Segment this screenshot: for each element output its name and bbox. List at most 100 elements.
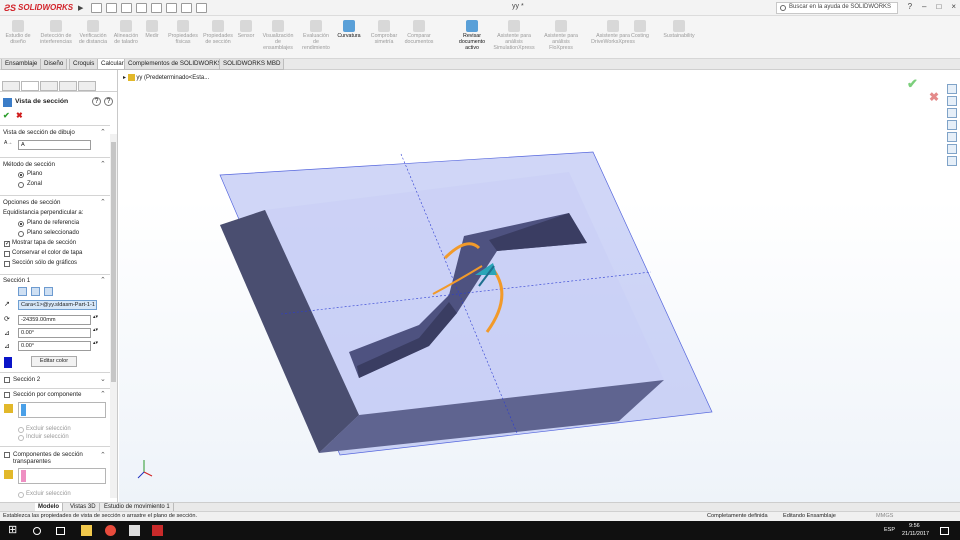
tab-solidworks-mbd[interactable]: SOLIDWORKS MBD	[219, 59, 285, 70]
task-view-icon[interactable]	[56, 527, 65, 535]
solidworks-taskbar-icon[interactable]	[152, 525, 163, 536]
command-button[interactable]: Alineación de taladro	[112, 20, 140, 45]
solidworks-logo[interactable]: ƧS SOLIDWORKS	[0, 3, 78, 13]
cancel-x-icon[interactable]: ✖	[929, 90, 939, 104]
custom-properties-icon[interactable]	[947, 144, 957, 154]
collapse-chevron-icon[interactable]: ⌃	[100, 451, 106, 459]
edit-color-button[interactable]: Editar color	[31, 356, 77, 367]
section2-checkbox[interactable]	[4, 377, 10, 383]
expand-chevron-icon[interactable]: ⌄	[100, 375, 106, 383]
help-icon[interactable]: ?	[92, 97, 101, 106]
section1-reference-field[interactable]: Cara<1>@yy.sldasm-Part-1-1	[18, 300, 97, 310]
command-button[interactable]: Propiedades físicas	[168, 20, 198, 45]
command-button[interactable]: Estudio de diseño	[2, 20, 34, 45]
file-explorer-icon[interactable]	[947, 120, 957, 130]
command-button[interactable]: Visualización de ensamblajes	[260, 20, 296, 51]
collapse-chevron-icon[interactable]: ⌃	[100, 276, 106, 284]
angle-x-field[interactable]: 0.00°	[18, 328, 91, 338]
transparent-checkbox[interactable]	[4, 452, 10, 458]
language-indicator[interactable]: ESP	[884, 527, 895, 533]
show-cap-checkbox[interactable]: ✓	[4, 241, 10, 247]
offset-field[interactable]: -24359.00mm	[18, 315, 91, 325]
cancel-button[interactable]: ✖	[16, 111, 23, 120]
display-manager-tab-icon[interactable]	[78, 81, 96, 91]
design-library-icon[interactable]	[947, 108, 957, 118]
command-button[interactable]: Verificación de distancia	[76, 20, 110, 45]
panel-scrollbar[interactable]	[110, 134, 117, 498]
help-search-input[interactable]: Buscar en la ayuda de SOLIDWORKS	[776, 2, 898, 14]
reference-plane-radio[interactable]	[18, 221, 24, 227]
open-icon[interactable]	[106, 2, 118, 13]
command-button[interactable]: Comprobar simetría	[369, 20, 399, 45]
select-icon[interactable]	[166, 2, 178, 13]
help-icon[interactable]: ?	[908, 2, 912, 11]
tab-dise-o[interactable]: Diseño	[40, 59, 68, 70]
save-icon[interactable]	[121, 2, 133, 13]
restore-button[interactable]: □	[936, 2, 941, 11]
keep-color-checkbox[interactable]	[4, 251, 10, 257]
command-button[interactable]: Revisar documento activo	[452, 20, 492, 51]
model-viewport[interactable]	[119, 70, 960, 502]
right-plane-icon[interactable]	[44, 287, 53, 296]
new-document-icon[interactable]	[91, 2, 103, 13]
taskbar-app-icon[interactable]	[129, 525, 140, 536]
collapse-chevron-icon[interactable]: ⌃	[100, 160, 106, 168]
collapse-chevron-icon[interactable]: ⌃	[100, 198, 106, 206]
minimize-button[interactable]: –	[922, 2, 926, 11]
clock-time[interactable]: 9:56	[909, 523, 920, 529]
print-icon[interactable]	[136, 2, 148, 13]
search-icon[interactable]	[33, 527, 41, 535]
graphics-only-checkbox[interactable]	[4, 261, 10, 267]
command-button[interactable]: Sensor	[236, 20, 256, 39]
dimxpert-tab-icon[interactable]	[59, 81, 77, 91]
angle-y-spinner[interactable]: ▴▾	[93, 340, 98, 346]
property-manager-tab-icon[interactable]	[21, 81, 39, 91]
options-icon[interactable]	[196, 2, 208, 13]
command-button[interactable]: Medir	[143, 20, 161, 39]
configuration-manager-tab-icon[interactable]	[40, 81, 58, 91]
command-button[interactable]: Asistente para análisis SimulationXpress	[493, 20, 535, 51]
close-button[interactable]: ×	[951, 2, 956, 11]
scrollbar-thumb[interactable]	[111, 142, 116, 382]
command-button[interactable]: Asistente para análisis FloXpress	[541, 20, 581, 51]
confirm-check-icon[interactable]: ✔	[907, 76, 918, 92]
appearances-icon[interactable]	[947, 132, 957, 142]
include-selection-radio[interactable]	[18, 435, 24, 441]
command-button[interactable]: Evaluación de rendimiento	[300, 20, 332, 51]
graphics-area[interactable]: ▸ yy (Predeterminado<Esta... ✔ ✖	[119, 70, 960, 502]
command-button[interactable]: Curvatura	[336, 20, 362, 39]
collapse-chevron-icon[interactable]: ⌃	[100, 390, 106, 398]
status-units[interactable]: MMGS	[876, 512, 893, 521]
ok-button[interactable]: ✔	[3, 111, 10, 120]
file-explorer-icon[interactable]	[81, 525, 92, 536]
method-plano-radio[interactable]	[18, 172, 24, 178]
angle-x-spinner[interactable]: ▴▾	[93, 327, 98, 333]
rebuild-icon[interactable]	[181, 2, 193, 13]
by-component-checkbox[interactable]	[4, 392, 10, 398]
tab-ensamblaje[interactable]: Ensamblaje	[1, 59, 42, 70]
command-button[interactable]: Comparar documentos	[402, 20, 436, 45]
offset-spinner[interactable]: ▴▾	[93, 314, 98, 320]
transparent-selection-box[interactable]	[18, 468, 106, 484]
component-selection-box[interactable]	[18, 402, 106, 418]
notifications-icon[interactable]	[940, 527, 949, 535]
front-plane-icon[interactable]	[18, 287, 27, 296]
top-plane-icon[interactable]	[31, 287, 40, 296]
collapse-chevron-icon[interactable]: ⌃	[100, 128, 106, 136]
clock-date[interactable]: 21/11/2017	[902, 531, 929, 537]
section-view-name-field[interactable]: A	[18, 140, 91, 150]
forum-icon[interactable]	[947, 156, 957, 166]
tab-complementos-de-solidworks[interactable]: Complementos de SOLIDWORKS	[124, 59, 226, 70]
command-button[interactable]: Propiedades de sección	[202, 20, 234, 45]
feature-manager-tab-icon[interactable]	[2, 81, 20, 91]
transparent-exclude-radio[interactable]	[18, 492, 24, 498]
resources-icon[interactable]	[947, 96, 957, 106]
command-button[interactable]: Costing	[628, 20, 652, 39]
angle-y-field[interactable]: 0.00°	[18, 341, 91, 351]
exclude-selection-radio[interactable]	[18, 427, 24, 433]
chrome-icon[interactable]	[105, 525, 116, 536]
tab-croquis[interactable]: Croquis	[69, 59, 99, 70]
command-button[interactable]: Detección de interferencias	[38, 20, 74, 45]
undo-icon[interactable]	[151, 2, 163, 13]
command-button[interactable]: Sustainability	[660, 20, 698, 39]
